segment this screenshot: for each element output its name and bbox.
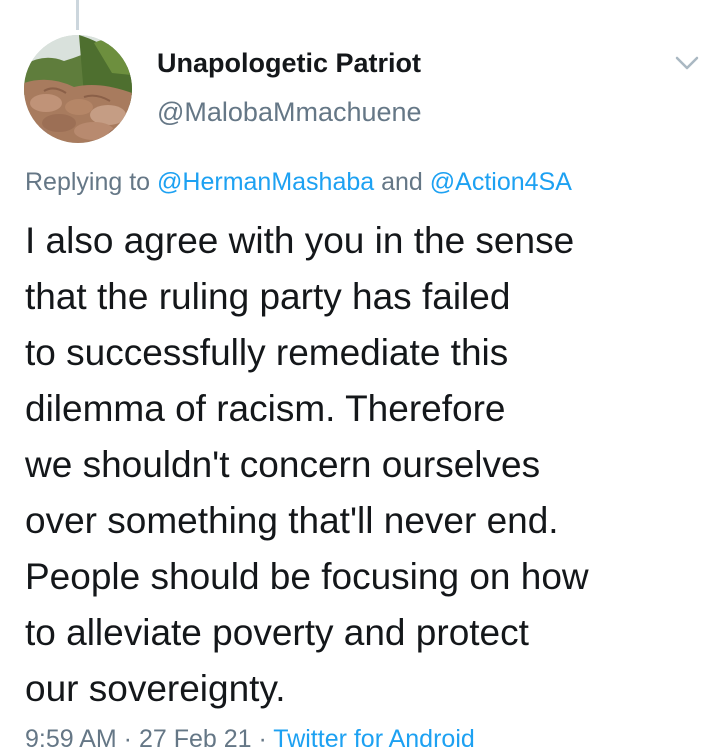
mention-link-action4sa[interactable]: @Action4SA — [430, 168, 572, 196]
author-handle[interactable]: @MalobaMmachuene — [157, 97, 422, 128]
tweet-text-line: over something that'll never end. — [25, 500, 559, 541]
tweet-text-line: that the ruling party has failed — [25, 276, 511, 317]
avatar[interactable] — [24, 35, 132, 143]
thread-connector-line — [76, 0, 79, 30]
tweet-text-line: we shouldn't concern ourselves — [25, 444, 541, 485]
tweet-text-line: to successfully remediate this — [25, 332, 509, 373]
tweet-body: I also agree with you in the sense that … — [25, 213, 710, 717]
tweet-timestamp[interactable]: 9:59 AM · 27 Feb 21 · — [25, 725, 267, 753]
replying-and-label: and — [381, 168, 423, 196]
tweet-menu-button[interactable] — [672, 52, 702, 76]
landscape-rocks-avatar-icon — [24, 35, 132, 143]
tweet-text-line: to alleviate poverty and protect — [25, 612, 529, 653]
author-display-name[interactable]: Unapologetic Patriot — [157, 48, 421, 79]
replying-to-label: Replying to — [25, 168, 151, 196]
tweet-text-line: People should be focusing on how — [25, 556, 589, 597]
chevron-down-icon — [675, 56, 699, 70]
tweet-source-link[interactable]: Twitter for Android — [273, 725, 474, 753]
tweet-text-line: dilemma of racism. Therefore — [25, 388, 506, 429]
mention-link-hermanmashaba[interactable]: @HermanMashaba — [157, 168, 374, 196]
replying-to-line: Replying to @HermanMashaba and @Action4S… — [25, 168, 572, 197]
tweet-meta: 9:59 AM · 27 Feb 21 · Twitter for Androi… — [25, 725, 475, 754]
tweet-text-line: I also agree with you in the sense — [25, 220, 575, 261]
tweet-text-line: our sovereignty. — [25, 668, 286, 709]
